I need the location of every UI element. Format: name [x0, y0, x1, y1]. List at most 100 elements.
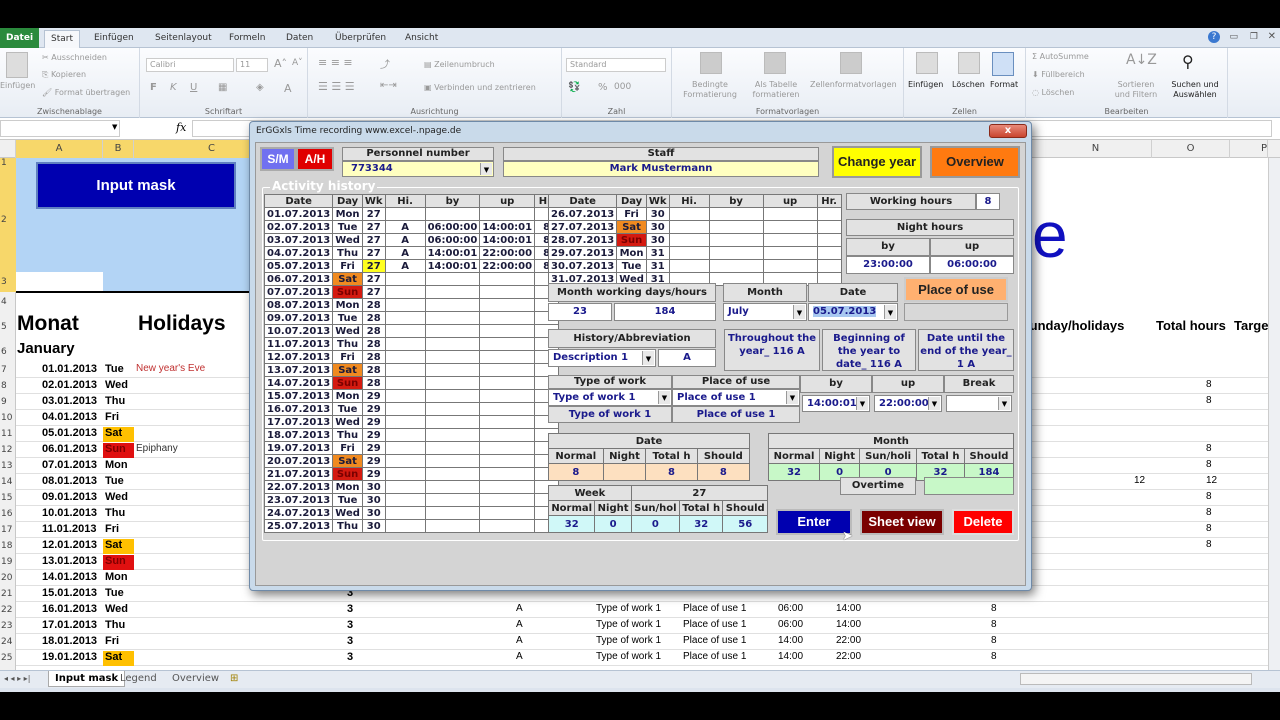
delete-cells-icon[interactable] — [958, 52, 980, 74]
day-cell[interactable]: Fri — [103, 523, 134, 538]
total-hours-cell[interactable]: 8 — [1206, 395, 1212, 406]
to-time-cell[interactable]: 14:00 — [836, 619, 861, 630]
thousands-button[interactable]: 000 — [614, 82, 631, 92]
date-cell[interactable]: 09.01.2013 — [42, 491, 97, 503]
tab-review[interactable]: Überprüfen — [329, 30, 392, 48]
day-cell[interactable]: Mon — [103, 459, 134, 474]
date-cell[interactable]: 05.01.2013 — [42, 427, 97, 439]
place-of-use-cell[interactable]: Place of use 1 — [683, 619, 746, 630]
row-header-19[interactable]: 19 — [0, 554, 16, 570]
row-header-9[interactable]: 9 — [0, 394, 16, 410]
place-of-use-select[interactable]: Place of use 1 ▼ — [672, 389, 800, 406]
table-row[interactable]: 25.07.2013 Thu 30 — [263, 519, 560, 533]
autosum-button[interactable]: Σ AutoSumme — [1032, 52, 1089, 61]
row-header-17[interactable]: 17 — [0, 522, 16, 538]
column-header-o[interactable]: O — [1152, 140, 1230, 158]
tab-view[interactable]: Ansicht — [399, 30, 444, 48]
total-hours-cell[interactable]: 8 — [1206, 539, 1212, 550]
conditional-format-button[interactable]: Bedingte Formatierung — [680, 80, 740, 100]
table-row[interactable]: 20.07.2013 Sat 29 — [263, 454, 560, 468]
place-of-use-button[interactable]: Place of use — [904, 277, 1008, 302]
table-row[interactable]: 14.07.2013 Sun 28 — [263, 376, 560, 390]
row-header-6[interactable]: 6 — [0, 342, 16, 362]
indent-icon[interactable]: ⇤⇥ — [380, 80, 397, 91]
abbreviation-cell[interactable]: A — [516, 651, 523, 662]
italic-button[interactable]: K — [170, 82, 177, 93]
from-time-cell[interactable]: 14:00 — [778, 651, 803, 662]
holiday-cell[interactable]: New year's Eve — [136, 363, 205, 374]
table-row[interactable]: 12.07.2013 Fri 28 — [263, 350, 560, 364]
table-row[interactable]: 10.07.2013 Wed 28 — [263, 324, 560, 338]
percent-button[interactable]: % — [598, 82, 608, 93]
insert-cells-icon[interactable] — [916, 52, 938, 74]
bold-button[interactable]: F — [150, 82, 157, 93]
table-row[interactable]: 27.07.2013 Sat 30 — [547, 220, 842, 234]
total-hours-cell[interactable]: 8 — [991, 635, 997, 646]
enter-button[interactable]: Enter — [776, 509, 852, 535]
personnel-number-select[interactable]: 773344 ▼ — [342, 161, 494, 177]
total-hours-cell[interactable]: 8 — [1206, 491, 1212, 502]
sheet-tab-overview[interactable]: Overview — [172, 673, 219, 684]
table-row[interactable]: 08.07.2013 Mon 28 — [263, 298, 560, 312]
type-of-work-select[interactable]: Type of work 1 ▼ — [548, 389, 672, 406]
date-cell[interactable]: 10.01.2013 — [42, 507, 97, 519]
date-cell[interactable]: 12.01.2013 — [42, 539, 97, 551]
total-hours-cell[interactable]: 8 — [991, 651, 997, 662]
date-cell[interactable]: 08.01.2013 — [42, 475, 97, 487]
column-header-n[interactable]: N — [1040, 140, 1152, 158]
day-cell[interactable]: Sat — [103, 651, 134, 666]
table-row[interactable]: 06.07.2013 Sat 27 — [263, 272, 560, 286]
up-time-select[interactable]: 22:00:00 ▼ — [874, 395, 942, 412]
row-header-13[interactable]: 13 — [0, 458, 16, 474]
tab-page-layout[interactable]: Seitenlayout — [149, 30, 218, 48]
day-cell[interactable]: Mon — [103, 571, 134, 586]
cell-a3[interactable] — [16, 272, 103, 291]
row-header-3[interactable]: 3 — [0, 272, 16, 292]
day-cell[interactable]: Fri — [103, 411, 134, 426]
underline-button[interactable]: U — [190, 82, 197, 93]
paste-icon[interactable] — [6, 52, 28, 78]
type-of-work-cell[interactable]: Type of work 1 — [596, 635, 661, 646]
row-header-22[interactable]: 22 — [0, 602, 16, 618]
format-cells-button[interactable]: Format — [990, 80, 1018, 89]
tab-file[interactable]: Datei — [0, 28, 40, 48]
sheet-view-button[interactable]: Sheet view — [860, 509, 944, 535]
from-time-cell[interactable]: 06:00 — [778, 619, 803, 630]
total-hours-cell[interactable]: 8 — [1206, 379, 1212, 390]
total-hours-cell[interactable]: 8 — [1206, 507, 1212, 518]
row-header-8[interactable]: 8 — [0, 378, 16, 394]
tab-insert[interactable]: Einfügen — [88, 30, 140, 48]
delete-button[interactable]: Delete — [952, 509, 1014, 535]
table-row[interactable]: 03.07.2013 Wed 27 A 06:00:00 14:00:01 8 — [263, 233, 560, 247]
date-select[interactable]: 05.07.2013 ▼ — [808, 303, 898, 321]
row-header-25[interactable]: 25 — [0, 650, 16, 666]
vertical-scrollbar[interactable] — [1268, 158, 1280, 670]
place-of-use-cell[interactable]: Place of use 1 — [683, 635, 746, 646]
table-row[interactable]: 15.07.2013 Mon 29 — [263, 389, 560, 403]
from-time-cell[interactable]: 14:00 — [778, 635, 803, 646]
column-header-p[interactable]: P — [1230, 140, 1268, 158]
row-header-4[interactable]: 4 — [0, 292, 16, 312]
function-icon[interactable]: fx — [176, 121, 186, 134]
border-icon[interactable]: ▦ — [218, 82, 227, 93]
column-header-b[interactable]: B — [103, 140, 134, 158]
format-as-table-button[interactable]: Als Tabelle formatieren — [746, 80, 806, 100]
shrink-font-icon[interactable]: A˅ — [292, 58, 303, 68]
total-hours-cell[interactable]: 8 — [1206, 443, 1212, 454]
restore-window-icon[interactable]: ❐ — [1250, 32, 1258, 42]
day-cell[interactable]: Wed — [103, 379, 134, 394]
date-cell[interactable]: 14.01.2013 — [42, 571, 97, 583]
sunday-hours-cell[interactable]: 12 — [1134, 475, 1145, 486]
font-color-icon[interactable]: A — [284, 82, 292, 95]
delete-cells-button[interactable]: Löschen — [952, 80, 985, 89]
align-top-icon[interactable]: ≡ ≡ ≡ — [318, 56, 353, 69]
days-cell[interactable]: 3 — [347, 619, 353, 631]
row-header-23[interactable]: 23 — [0, 618, 16, 634]
align-left-icon[interactable]: ☰ ☰ ☰ — [318, 80, 355, 93]
tab-scroll-arrows-icon[interactable]: ◂ ◂ ▸ ▸| — [4, 674, 30, 683]
date-cell[interactable]: 18.01.2013 — [42, 635, 97, 647]
ah-button[interactable]: A/H — [296, 147, 334, 171]
sort-filter-button[interactable]: Sortieren und Filtern — [1110, 80, 1162, 100]
row-header-12[interactable]: 12 — [0, 442, 16, 458]
fill-button[interactable]: ⬇ Füllbereich — [1032, 70, 1085, 79]
